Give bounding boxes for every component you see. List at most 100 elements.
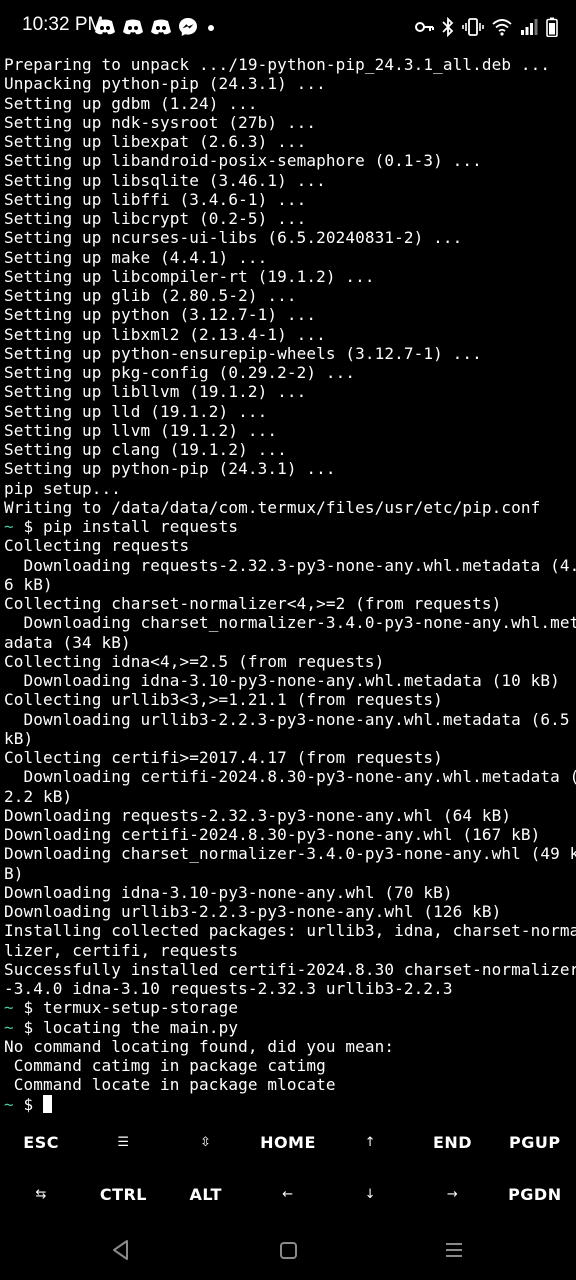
terminal-line: Collecting charset-normalizer<4,>=2 (fro… — [4, 594, 574, 613]
home-icon[interactable] — [278, 1238, 300, 1262]
terminal-line: 6 kB) — [4, 575, 574, 594]
key-right-arrow[interactable]: → — [411, 1168, 493, 1220]
system-icons — [414, 17, 558, 37]
terminal-line: Successfully installed certifi-2024.8.30… — [4, 960, 576, 979]
terminal-line: Setting up libcompiler-rt (19.1.2) ... — [4, 267, 574, 286]
terminal-line-text: $ — [13, 1094, 44, 1114]
terminal-line-text: Setting up gdbm (1.24) ... — [4, 93, 258, 113]
terminal-line: Setting up libsqlite (3.46.1) ... — [4, 171, 574, 190]
terminal-line-text: Downloading certifi-2024.8.30-py3-none-a… — [4, 767, 576, 787]
terminal-line: Downloading charset_normalizer-3.4.0-py3… — [4, 844, 576, 864]
key-pgdn[interactable]: PGDN — [494, 1168, 576, 1220]
terminal-line: Installing collected packages: urllib3, … — [4, 921, 576, 940]
prompt-tilde: ~ — [4, 998, 14, 1018]
terminal-line-text: $ termux-setup-storage — [13, 998, 239, 1018]
terminal-line-text: Unpacking python-pip (24.3.1) ... — [4, 74, 326, 94]
terminal-line: Setting up libllvm (19.1.2) ... — [4, 382, 574, 401]
terminal-line-text: Setting up llvm (19.1.2) ... — [4, 420, 278, 440]
discord-icon — [123, 19, 143, 35]
terminal-line: Downloading requests-2.32.3-py3-none-any… — [4, 806, 574, 825]
discord-icon — [95, 19, 115, 35]
terminal-line: Downloading certifi-2024.8.30-py3-none-a… — [4, 825, 574, 844]
discord-icon — [151, 19, 171, 35]
messenger-icon — [179, 18, 197, 36]
terminal-line-text: Setting up libsqlite (3.46.1) ... — [4, 170, 326, 190]
terminal-line-text: Command locate in package mlocate — [4, 1075, 336, 1095]
key-up-arrow[interactable]: ↑ — [329, 1116, 411, 1168]
terminal-line: adata (34 kB) — [4, 633, 574, 652]
terminal-line-text: Setting up libcrypt (0.2-5) ... — [4, 209, 307, 228]
bluetooth-icon — [442, 17, 454, 37]
prompt-tilde: ~ — [4, 517, 14, 536]
terminal-line: Setting up libexpat (2.6.3) ... — [4, 132, 574, 151]
terminal-line-text: Setting up libffi (3.4.6-1) ... — [4, 189, 307, 209]
terminal-line-text: Downloading certifi-2024.8.30-py3-none-a… — [4, 825, 541, 844]
terminal-output[interactable]: Preparing to unpack .../19-python-pip_24… — [4, 55, 576, 1114]
terminal-line: Preparing to unpack .../19-python-pip_24… — [4, 55, 574, 74]
notification-icons — [94, 17, 218, 37]
battery-icon — [546, 17, 558, 37]
key-tab[interactable]: ⇆ — [0, 1168, 82, 1220]
key-ctrl[interactable]: CTRL — [82, 1168, 164, 1220]
terminal-line-text: Command catimg in package catimg — [4, 1056, 326, 1075]
key-pgup[interactable]: PGUP — [494, 1116, 576, 1168]
terminal-line-text: Downloading urllib3-2.2.3-py3-none-any.w… — [4, 709, 570, 729]
terminal-line-text: Setting up libllvm (19.1.2) ... — [4, 382, 307, 402]
key-icon — [415, 22, 434, 32]
terminal-line: -3.4.0 idna-3.10 requests-2.32.3 urllib3… — [4, 979, 574, 998]
terminal-line-text: Setting up python (3.12.7-1) ... — [4, 305, 317, 325]
terminal-line-text: Setting up libexpat (2.6.3) ... — [4, 132, 307, 151]
key-alt[interactable]: ALT — [165, 1168, 247, 1220]
terminal-line-text: B) — [4, 863, 24, 883]
terminal-line: Downloading urllib3-2.2.3-py3-none-any.w… — [4, 902, 574, 921]
terminal-line-text: Downloading idna-3.10-py3-none-any.whl.m… — [4, 671, 560, 690]
prompt-tilde: ~ — [4, 1094, 14, 1114]
key-left-arrow[interactable]: ← — [247, 1168, 329, 1220]
terminal-line: Command locate in package mlocate — [4, 1075, 574, 1094]
terminal-line: Downloading idna-3.10-py3-none-any.whl (… — [4, 883, 574, 902]
prompt-tilde: ~ — [4, 1017, 14, 1037]
key-end[interactable]: END — [411, 1116, 493, 1168]
terminal-line: Downloading certifi-2024.8.30-py3-none-a… — [4, 767, 576, 787]
terminal-line: Downloading urllib3-2.2.3-py3-none-any.w… — [4, 710, 574, 729]
recents-icon[interactable] — [443, 1238, 465, 1262]
key-menu[interactable]: ☰ — [82, 1116, 164, 1168]
terminal-line-text: Setting up ndk-sysroot (27b) ... — [4, 112, 317, 132]
status-clock: 10:32 PM — [22, 14, 104, 35]
extra-keys-row-2: ⇆ CTRL ALT ← ↓ → PGDN — [0, 1168, 576, 1220]
terminal-line: Setting up clang (19.1.2) ... — [4, 440, 574, 459]
terminal-line-text: Preparing to unpack .../19-python-pip_24… — [4, 55, 551, 74]
navigation-bar — [0, 1220, 576, 1280]
terminal-line-text: Setting up python-ensurepip-wheels (3.12… — [4, 343, 482, 363]
terminal-line-text: Collecting idna<4,>=2.5 (from requests) — [4, 651, 385, 671]
terminal-line-text: Downloading charset_normalizer-3.4.0-py3… — [4, 844, 576, 864]
signal-icon — [521, 19, 538, 35]
extra-keys-bar: ESC ☰ ⇳ HOME ↑ END PGUP ⇆ CTRL ALT ← ↓ → PGDN — [0, 1116, 576, 1220]
terminal-line: lizer, certifi, requests — [4, 941, 574, 960]
terminal-line-text: Setting up clang (19.1.2) ... — [4, 440, 287, 459]
terminal-line-text: Downloading charset_normalizer-3.4.0-py3… — [4, 613, 576, 633]
terminal-line: No command locating found, did you mean: — [4, 1037, 574, 1056]
key-scroll[interactable]: ⇳ — [165, 1116, 247, 1168]
key-down-arrow[interactable]: ↓ — [329, 1168, 411, 1220]
terminal-line-text: Setting up libcompiler-rt (19.1.2) ... — [4, 266, 375, 286]
terminal-line-text: Writing to /data/data/com.termux/files/u… — [4, 497, 541, 517]
terminal-line: Downloading requests-2.32.3-py3-none-any… — [4, 555, 576, 575]
key-home[interactable]: HOME — [247, 1116, 329, 1168]
terminal-prompt-line: ~ $ termux-setup-storage — [4, 998, 574, 1017]
terminal-line-text: -3.4.0 idna-3.10 requests-2.32.3 urllib3… — [4, 979, 453, 998]
back-icon[interactable] — [110, 1238, 132, 1262]
terminal-line: Setting up make (4.4.1) ... — [4, 248, 574, 267]
terminal-line-text: Downloading requests-2.32.3-py3-none-any… — [4, 555, 576, 575]
terminal-line-text: Setting up glib (2.80.5-2) ... — [4, 286, 297, 305]
terminal-line: Setting up pkg-config (0.29.2-2) ... — [4, 363, 574, 382]
terminal-line: B) — [4, 864, 574, 883]
terminal-line: Setting up python-pip (24.3.1) ... — [4, 459, 574, 478]
terminal-line: Collecting requests — [4, 536, 574, 555]
dot-icon — [208, 25, 214, 31]
terminal-line: Setting up lld (19.1.2) ... — [4, 402, 574, 421]
terminal-line: Setting up gdbm (1.24) ... — [4, 94, 574, 113]
terminal-line: Setting up python-ensurepip-wheels (3.12… — [4, 344, 574, 363]
key-esc[interactable]: ESC — [0, 1116, 82, 1168]
terminal-line: Unpacking python-pip (24.3.1) ... — [4, 74, 574, 93]
